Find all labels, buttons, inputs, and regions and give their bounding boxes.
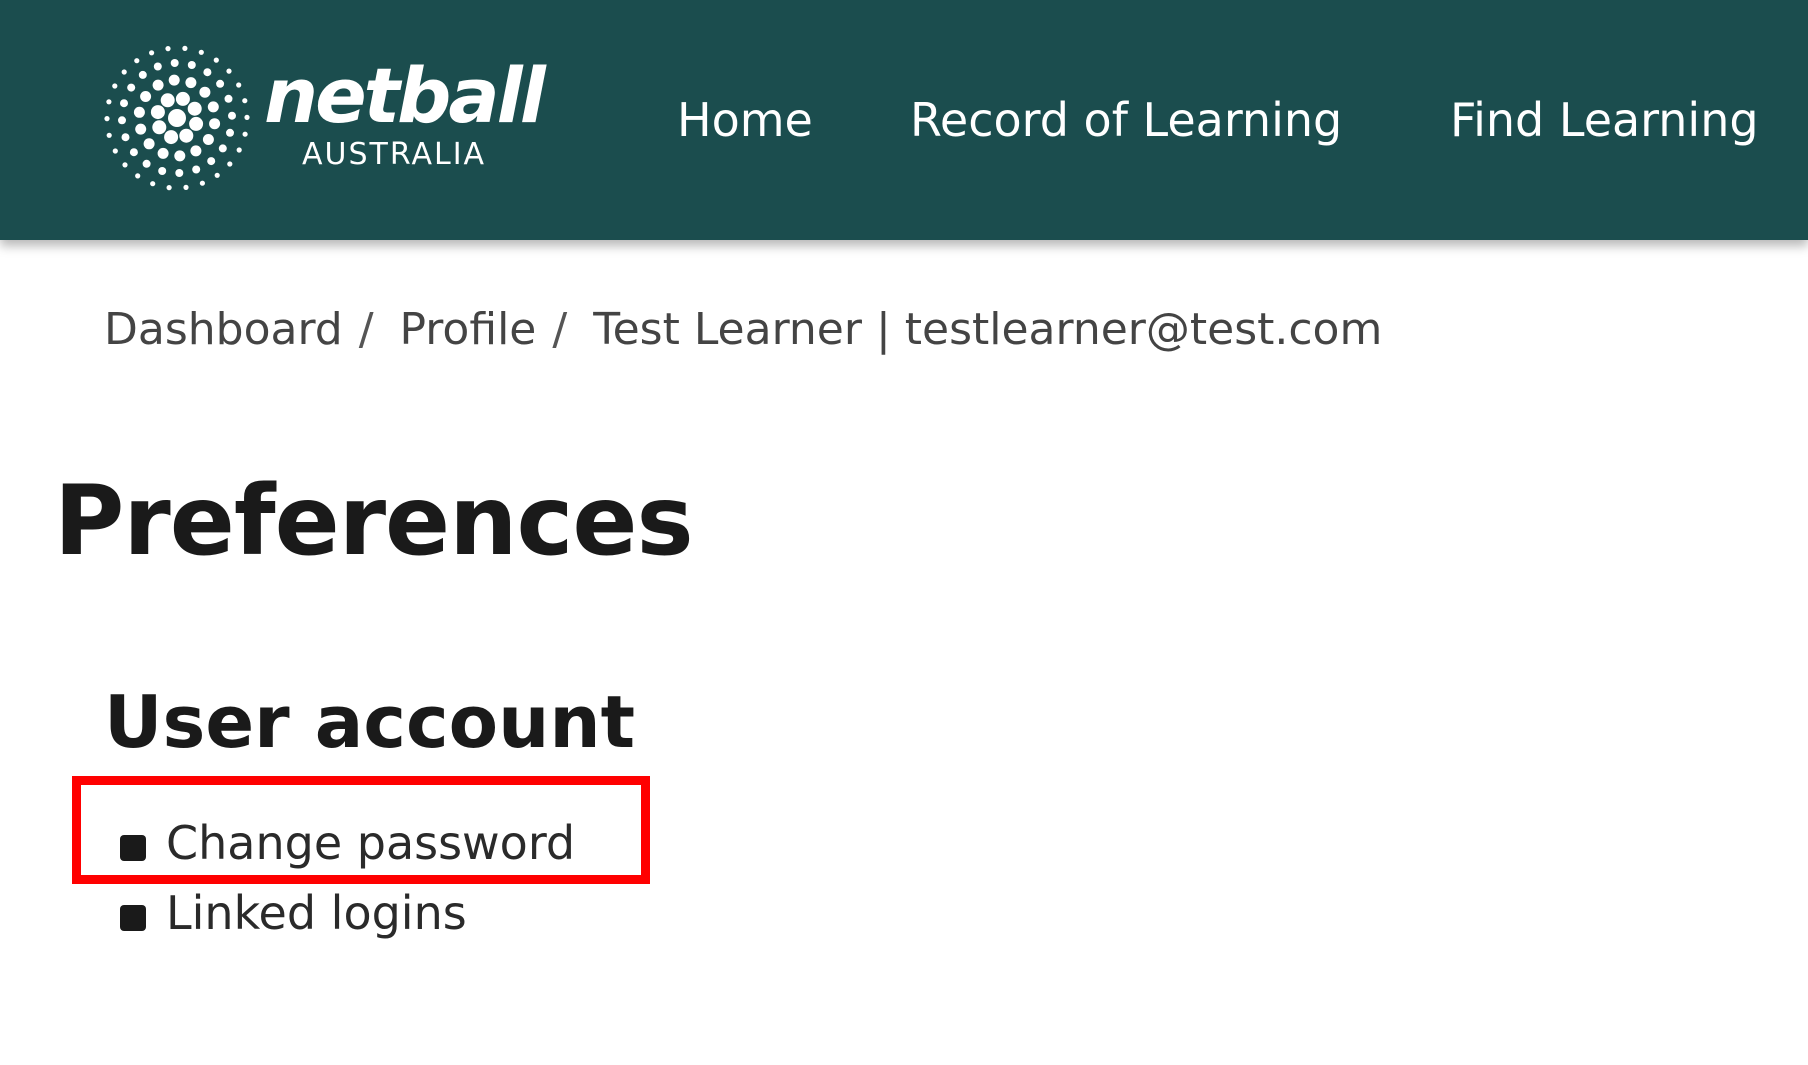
logo-dot: [242, 98, 248, 104]
nav-item-find-learning[interactable]: Find Learning: [1450, 94, 1759, 146]
breadcrumb-current-user: Test Learner | testlearner@test.com: [593, 304, 1383, 355]
logo-dot: [135, 123, 147, 135]
logo-dot: [170, 59, 179, 67]
logo-dot: [127, 83, 136, 92]
logo-dot: [121, 133, 130, 142]
logo-dot: [165, 46, 171, 52]
logo-dot: [236, 147, 242, 153]
logo-dot: [168, 109, 186, 127]
logo-dot: [207, 101, 219, 113]
logo-dot: [192, 165, 201, 174]
logo-dot: [226, 128, 234, 137]
logo-dot: [199, 86, 211, 98]
list-item: Linked logins: [120, 878, 575, 948]
breadcrumb-profile[interactable]: Profile: [400, 304, 537, 355]
logo-dot: [190, 145, 202, 157]
logo-dot: [121, 69, 127, 75]
logo-dot: [175, 169, 184, 177]
logo-dot: [120, 99, 128, 108]
logo-dot: [106, 99, 112, 105]
logo-dot: [160, 93, 175, 108]
logo-dot: [157, 147, 169, 159]
logo-dot: [218, 144, 227, 153]
logo-dot: [168, 74, 180, 86]
logo-dot: [207, 157, 216, 166]
logo-dot: [152, 79, 164, 91]
logo-wordmark: netball: [264, 51, 546, 140]
logo-dot: [198, 49, 204, 55]
logo-dot: [179, 128, 194, 143]
highlight-annotation-box: [72, 776, 650, 884]
logo-dot: [189, 116, 204, 131]
logo-dot: [236, 82, 242, 88]
logo-dot: [150, 181, 156, 187]
logo-dot: [143, 138, 155, 150]
logo-dot: [187, 61, 196, 69]
breadcrumb-separator: /: [552, 304, 568, 355]
breadcrumb: Dashboard / Profile / Test Learner | testlea…: [104, 302, 1382, 358]
logo-dot: [152, 120, 167, 135]
logo-dot: [228, 111, 236, 120]
logo-dot: [244, 114, 250, 120]
logo-dot: [164, 130, 179, 145]
logo-dot: [202, 134, 214, 145]
logo-dot: [104, 116, 110, 122]
logo-dot: [149, 50, 155, 56]
nav-item-record-of-learning[interactable]: Record of Learning: [910, 94, 1342, 146]
logo-dot: [224, 94, 233, 103]
logo-dot: [129, 148, 138, 157]
linked-logins-link[interactable]: Linked logins: [166, 886, 467, 940]
nav-item-home[interactable]: Home: [677, 94, 813, 146]
breadcrumb-separator: /: [358, 304, 374, 355]
logo-dot: [133, 106, 145, 118]
logo-dot: [182, 45, 188, 51]
square-bullet-icon: [120, 905, 146, 931]
netball-australia-logo[interactable]: netball AUSTRALIA: [92, 38, 546, 198]
logo-dot: [134, 58, 140, 64]
logo-dot: [203, 68, 212, 77]
logo-dot: [153, 62, 162, 71]
logo-dot: [118, 116, 126, 125]
logo-dot: [199, 180, 205, 186]
logo-dot: [140, 91, 152, 102]
logo-dot: [106, 132, 112, 138]
logo-dot: [112, 83, 118, 89]
logo-dot: [242, 131, 248, 137]
breadcrumb-dashboard[interactable]: Dashboard: [104, 304, 343, 355]
logo-dot: [227, 161, 233, 167]
logo-dot: [142, 159, 151, 168]
logo-dot: [213, 57, 219, 63]
logo-dot: [158, 167, 167, 175]
logo-dot: [138, 70, 147, 79]
logo-dot: [209, 118, 221, 130]
logo-dot: [175, 91, 190, 106]
logo-subtext: AUSTRALIA: [302, 137, 487, 172]
logo-dot: [122, 162, 128, 168]
logo-dot: [174, 150, 186, 162]
logo-dot: [226, 68, 232, 74]
logo-dot: [214, 172, 220, 178]
page-title: Preferences: [54, 465, 694, 577]
logo-dot: [185, 77, 197, 89]
section-title-user-account: User account: [104, 680, 636, 764]
logo-dot: [166, 185, 172, 191]
top-navigation-bar: netball AUSTRALIA Home Record of Learnin…: [0, 0, 1808, 240]
logo-dot: [187, 101, 202, 116]
logo-dot: [216, 79, 225, 88]
logo-dot: [135, 173, 141, 179]
netball-starburst-icon: [104, 45, 250, 191]
logo-dot: [150, 105, 165, 120]
logo-dot: [112, 148, 118, 154]
logo-dot: [183, 184, 189, 190]
